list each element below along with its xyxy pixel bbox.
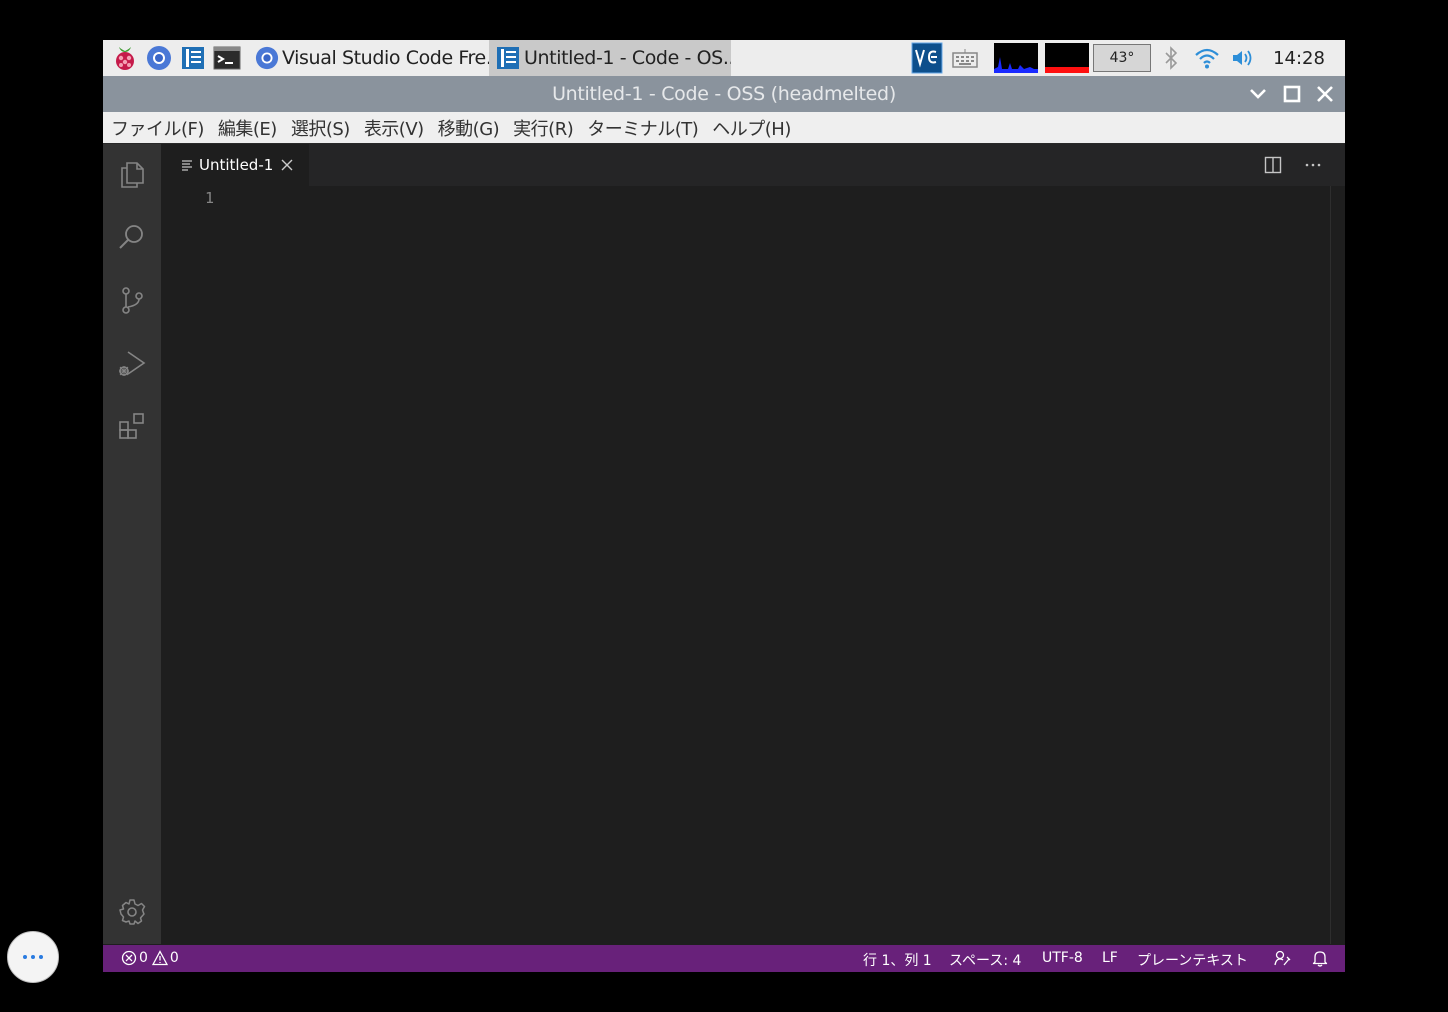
cpu-temperature-indicator: 43° — [1092, 40, 1152, 76]
activity-bar — [103, 144, 161, 944]
more-horizontal-icon — [1305, 163, 1321, 167]
close-icon — [1317, 86, 1333, 102]
line-number: 1 — [205, 189, 215, 207]
notifications-button[interactable] — [1311, 949, 1329, 967]
maximize-button[interactable] — [1280, 82, 1304, 106]
more-actions-button[interactable] — [1301, 153, 1325, 177]
eol-selector[interactable]: LF — [1102, 950, 1118, 966]
split-editor-icon — [1264, 156, 1282, 174]
editor-tab-bar: Untitled-1 — [161, 144, 1345, 186]
editor-area[interactable]: 1 — [161, 186, 1345, 944]
status-bar: 0 0 行 1、列 1 スペース: 4 UTF-8 LF プレーンテキスト — [103, 945, 1345, 972]
taskbar-task-label: Visual Studio Code Fre... — [282, 47, 489, 69]
more-horizontal-icon — [23, 955, 43, 959]
chevron-down-icon — [1250, 89, 1266, 99]
cursor-position[interactable]: 行 1、列 1 — [863, 950, 932, 970]
menu-edit[interactable]: 編集(E) — [218, 115, 277, 141]
square-icon — [1283, 85, 1301, 103]
feedback-button[interactable] — [1273, 949, 1291, 967]
close-window-button[interactable] — [1313, 82, 1337, 106]
menubar: ファイル(F) 編集(E) 選択(S) 表示(V) 移動(G) 実行(R) ター… — [103, 112, 1345, 144]
menu-help[interactable]: ヘルプ(H) — [712, 115, 791, 141]
taskbar-task-code[interactable]: Untitled-1 - Code - OS... — [489, 40, 731, 76]
files-icon — [121, 162, 144, 188]
error-count: 0 — [139, 950, 148, 966]
code-editor-icon — [497, 47, 519, 69]
desktop-screen: Visual Studio Code Fre... Untitled-1 - C… — [103, 40, 1345, 972]
temperature-value: 43° — [1093, 44, 1151, 72]
encoding-selector[interactable]: UTF-8 — [1042, 950, 1083, 966]
wifi-icon[interactable] — [1193, 40, 1221, 76]
manage-settings-button[interactable] — [114, 894, 150, 930]
window-title: Untitled-1 - Code - OSS (headmelted) — [552, 83, 896, 105]
search-button[interactable] — [114, 219, 150, 255]
minimize-button[interactable] — [1246, 82, 1270, 106]
run-debug-button[interactable] — [114, 345, 150, 381]
extensions-icon — [119, 413, 144, 439]
memory-usage-graph-icon — [1045, 40, 1089, 76]
indentation-selector[interactable]: スペース: 4 — [949, 950, 1021, 970]
taskbar-task-label: Untitled-1 - Code - OS... — [524, 47, 731, 69]
source-control-button[interactable] — [114, 282, 150, 318]
tab-untitled-1[interactable]: Untitled-1 — [161, 144, 309, 186]
window-titlebar[interactable]: Untitled-1 - Code - OSS (headmelted) — [103, 76, 1345, 112]
warning-icon — [151, 950, 168, 966]
terminal-launcher-icon[interactable] — [213, 44, 241, 72]
editor-overview-ruler — [1330, 186, 1331, 944]
clock[interactable]: 14:28 — [1267, 40, 1331, 76]
error-icon — [121, 950, 137, 966]
vnc-icon[interactable] — [911, 40, 943, 76]
bluetooth-icon[interactable] — [1161, 40, 1181, 76]
keyboard-icon[interactable] — [951, 40, 979, 76]
volume-icon[interactable] — [1230, 40, 1256, 76]
plain-text-file-icon — [182, 160, 192, 171]
problems-indicator[interactable]: 0 0 — [121, 950, 179, 966]
menu-go[interactable]: 移動(G) — [438, 115, 500, 141]
menu-file[interactable]: ファイル(F) — [111, 115, 204, 141]
warning-count: 0 — [169, 950, 179, 966]
explorer-button[interactable] — [114, 156, 150, 192]
menu-terminal[interactable]: ターミナル(T) — [587, 115, 699, 141]
source-control-icon — [122, 287, 143, 314]
browser-icon — [255, 46, 279, 70]
raspberry-menu-icon[interactable] — [111, 44, 139, 72]
feedback-icon — [1274, 950, 1291, 966]
search-icon — [119, 225, 143, 249]
menu-view[interactable]: 表示(V) — [364, 115, 424, 141]
gear-icon — [119, 899, 146, 925]
browser-launcher-icon[interactable] — [145, 44, 173, 72]
run-debug-icon — [119, 351, 146, 376]
tab-label: Untitled-1 — [199, 156, 274, 174]
language-mode-selector[interactable]: プレーンテキスト — [1137, 950, 1248, 970]
file-manager-launcher-icon[interactable] — [179, 44, 207, 72]
cpu-usage-graph-icon — [994, 40, 1038, 76]
taskbar: Visual Studio Code Fre... Untitled-1 - C… — [103, 40, 1345, 76]
floating-menu-button[interactable] — [7, 931, 59, 983]
menu-selection[interactable]: 選択(S) — [291, 115, 350, 141]
bell-icon — [1312, 951, 1328, 967]
close-icon[interactable] — [281, 159, 293, 171]
split-editor-button[interactable] — [1261, 153, 1285, 177]
menu-run[interactable]: 実行(R) — [513, 115, 574, 141]
extensions-button[interactable] — [114, 408, 150, 444]
taskbar-task-browser[interactable]: Visual Studio Code Fre... — [249, 40, 489, 76]
